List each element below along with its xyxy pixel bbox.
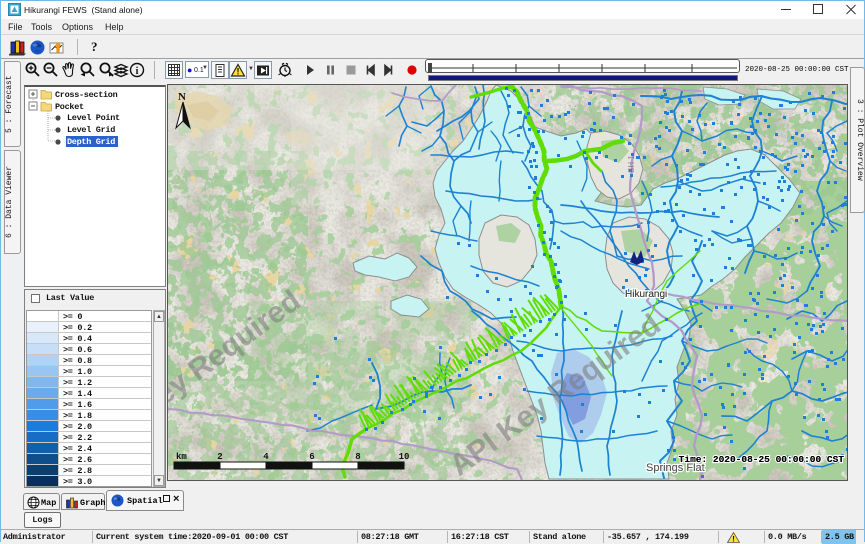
svg-text:Hikurangi: Hikurangi (625, 289, 667, 300)
svg-text:km: km (176, 452, 187, 462)
svg-text:SH 1: SH 1 (627, 155, 636, 173)
svg-text:2: 2 (217, 452, 222, 462)
svg-text:8: 8 (355, 452, 360, 462)
svg-text:10: 10 (399, 452, 410, 462)
svg-text:Time: 2020-08-25 00:00:00 CST: Time: 2020-08-25 00:00:00 CST (679, 454, 845, 465)
svg-text:i: i (136, 66, 139, 77)
svg-text:4: 4 (263, 452, 269, 462)
svg-text:!: ! (237, 67, 240, 77)
svg-text:6: 6 (309, 452, 314, 462)
svg-text:N: N (178, 91, 186, 103)
